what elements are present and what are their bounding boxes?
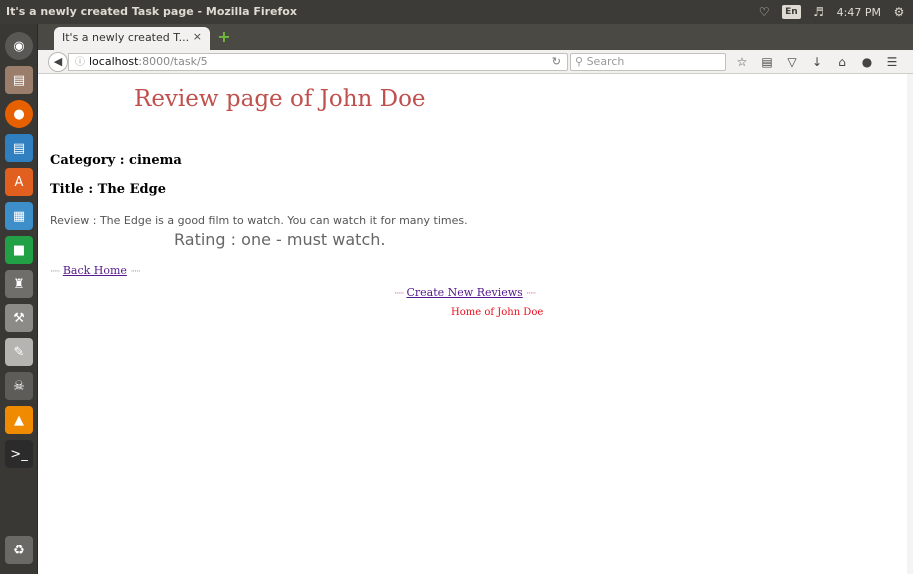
tab-active[interactable]: It's a newly created T... × — [54, 27, 210, 50]
tab-title: It's a newly created T... — [62, 31, 190, 44]
page-content: Review page of John Doe Category : cinem… — [38, 74, 913, 574]
chat-icon[interactable]: ● — [859, 54, 875, 70]
volume-icon[interactable]: ♬ — [811, 4, 827, 20]
top-panel: It's a newly created Task page - Mozilla… — [0, 0, 913, 24]
launcher: ◉ ▤ ● ▤ A ▦ ■ ♜ ⚒ ✎ ☠ ▲ >_ ♻ — [0, 24, 38, 574]
reading-list-icon[interactable]: ▤ — [759, 54, 775, 70]
terminal-icon[interactable]: >_ — [5, 440, 33, 468]
create-review-row: ····· Create New Reviews ····· — [394, 286, 536, 299]
back-home-suffix: ····· — [130, 267, 140, 277]
search-placeholder: Search — [586, 55, 625, 68]
reload-icon[interactable]: ↻ — [552, 54, 561, 70]
toolbar-icons: ☆ ▤ ▽ ↓ ⌂ ● ☰ — [734, 53, 900, 71]
home-of-text: Home of John Doe — [451, 307, 544, 318]
scrollbar[interactable] — [907, 74, 913, 574]
url-path: :8000/task/5 — [138, 55, 208, 68]
calc-icon[interactable]: ▦ — [5, 202, 33, 230]
close-tab-icon[interactable]: × — [193, 30, 202, 43]
new-tab-button[interactable]: + — [216, 29, 232, 45]
pycharm-icon[interactable]: ■ — [5, 236, 33, 264]
clock[interactable]: 4:47 PM — [837, 6, 881, 19]
firefox-window: It's a newly created T... × + ◀ ⓘ localho… — [38, 24, 913, 574]
back-home-link[interactable]: Back Home — [63, 264, 127, 277]
trash-icon[interactable]: ♻ — [5, 536, 33, 564]
terminal-like-icon[interactable]: ☠ — [5, 372, 33, 400]
writer-icon[interactable]: ▤ — [5, 134, 33, 162]
create-review-suffix: ····· — [526, 289, 536, 299]
back-home-row: ····· Back Home ····· — [50, 264, 141, 277]
search-input[interactable]: ⚲ Search — [570, 53, 726, 71]
navigation-bar: ◀ ⓘ localhost:8000/task/5 ↻ ⚲ Search ☆ ▤ … — [38, 50, 913, 74]
home-icon[interactable]: ⌂ — [834, 54, 850, 70]
system-tray: ♡ En ♬ 4:47 PM ⚙ — [756, 3, 907, 21]
wifi-icon[interactable]: ♡ — [756, 4, 772, 20]
files-icon[interactable]: ▤ — [5, 66, 33, 94]
dash-icon[interactable]: ◉ — [5, 32, 33, 60]
firefox-icon[interactable]: ● — [5, 100, 33, 128]
create-review-prefix: ····· — [394, 289, 404, 299]
download-icon[interactable]: ↓ — [809, 54, 825, 70]
editor-icon[interactable]: ✎ — [5, 338, 33, 366]
category-text: Category : cinema — [50, 153, 182, 168]
search-icon: ⚲ — [575, 55, 584, 68]
menu-icon[interactable]: ☰ — [884, 54, 900, 70]
vlc-icon[interactable]: ▲ — [5, 406, 33, 434]
review-title-text: Title : The Edge — [50, 182, 166, 197]
tab-strip: It's a newly created T... × + — [38, 24, 913, 50]
url-host: localhost — [89, 55, 139, 68]
app-icon[interactable]: ♜ — [5, 270, 33, 298]
back-button[interactable]: ◀ — [48, 52, 68, 72]
star-icon[interactable]: ☆ — [734, 54, 750, 70]
rating-text: Rating : one - must watch. — [174, 230, 386, 249]
review-text: Review : The Edge is a good film to watc… — [50, 214, 468, 227]
software-center-icon[interactable]: A — [5, 168, 33, 196]
create-new-reviews-link[interactable]: Create New Reviews — [407, 286, 523, 299]
window-title: It's a newly created Task page - Mozilla… — [6, 5, 297, 18]
gear-icon[interactable]: ⚙ — [891, 4, 907, 20]
url-bar[interactable]: ⓘ localhost:8000/task/5 ↻ — [68, 53, 568, 71]
tools-icon[interactable]: ⚒ — [5, 304, 33, 332]
pocket-icon[interactable]: ▽ — [784, 54, 800, 70]
back-home-prefix: ····· — [50, 267, 60, 277]
info-icon[interactable]: ⓘ — [75, 57, 85, 68]
page-title: Review page of John Doe — [134, 86, 426, 112]
language-indicator[interactable]: En — [782, 5, 801, 19]
